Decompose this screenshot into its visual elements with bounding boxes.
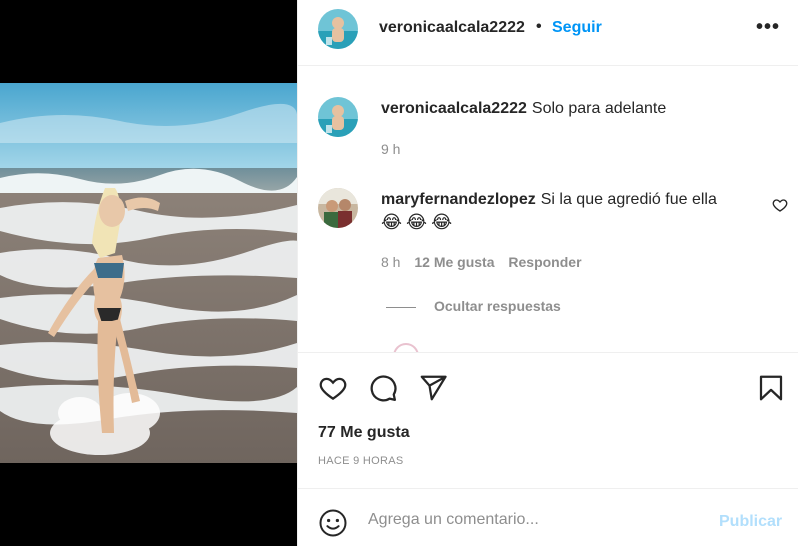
emoji-smile-icon[interactable] [318, 508, 348, 538]
caption-time[interactable]: 9 h [381, 141, 400, 157]
post-photo[interactable] [0, 83, 297, 463]
comment-emojis: 😂😂😂 [381, 212, 457, 232]
hide-replies-label: Ocultar respuestas [434, 298, 561, 314]
bookmark-icon[interactable] [756, 373, 786, 403]
comment-time[interactable]: 8 h [381, 254, 400, 270]
hide-replies-button[interactable]: Ocultar respuestas [386, 298, 561, 314]
caption-text: Solo para adelante [531, 100, 667, 117]
caption-author[interactable]: veronicaalcala2222 [381, 100, 527, 117]
comment-item: maryfernandezlopez Si la que agredió fue … [381, 189, 751, 210]
follow-button[interactable]: Seguir [552, 19, 602, 37]
post-details-panel: veronicaalcala2222 • Seguir ••• veronica… [297, 0, 798, 546]
comments-section[interactable]: veronicaalcala2222 Solo para adelante 9 h… [298, 67, 798, 352]
comment-text: Si la que agredió fue ella [540, 191, 717, 208]
replies-divider-line [386, 306, 416, 308]
comment-author[interactable]: maryfernandezlopez [381, 191, 536, 208]
caption-author-avatar[interactable] [318, 97, 358, 137]
commenter-avatar[interactable] [318, 188, 358, 228]
post-actions-bar [298, 352, 798, 420]
post-header: veronicaalcala2222 • Seguir ••• [298, 0, 798, 66]
post-timestamp[interactable]: HACE 9 HORAS [318, 455, 404, 467]
avatar-image [318, 9, 358, 49]
separator-dot: • [536, 18, 542, 35]
more-options-icon[interactable]: ••• [756, 16, 780, 39]
comment-meta: 8 h 12 Me gusta Responder [381, 254, 592, 270]
comment-icon[interactable] [368, 373, 398, 403]
likes-count[interactable]: 77 Me gusta [318, 424, 410, 442]
post-media-panel [0, 0, 297, 546]
author-avatar[interactable] [318, 9, 358, 49]
reply-button[interactable]: Responder [508, 254, 581, 270]
comment-input[interactable] [368, 507, 708, 533]
reply-avatar-peek [393, 343, 419, 352]
share-icon[interactable] [418, 373, 448, 403]
publish-button[interactable]: Publicar [719, 513, 782, 531]
avatar-image [318, 97, 358, 137]
avatar-image [318, 188, 358, 228]
post-caption: veronicaalcala2222 Solo para adelante [381, 100, 666, 118]
comment-like-heart-icon[interactable] [772, 197, 788, 213]
comment-likes[interactable]: 12 Me gusta [414, 254, 494, 270]
beach-photo [0, 83, 297, 463]
heart-icon[interactable] [318, 373, 348, 403]
add-comment-bar: Publicar [298, 488, 798, 546]
author-username[interactable]: veronicaalcala2222 [379, 19, 525, 37]
